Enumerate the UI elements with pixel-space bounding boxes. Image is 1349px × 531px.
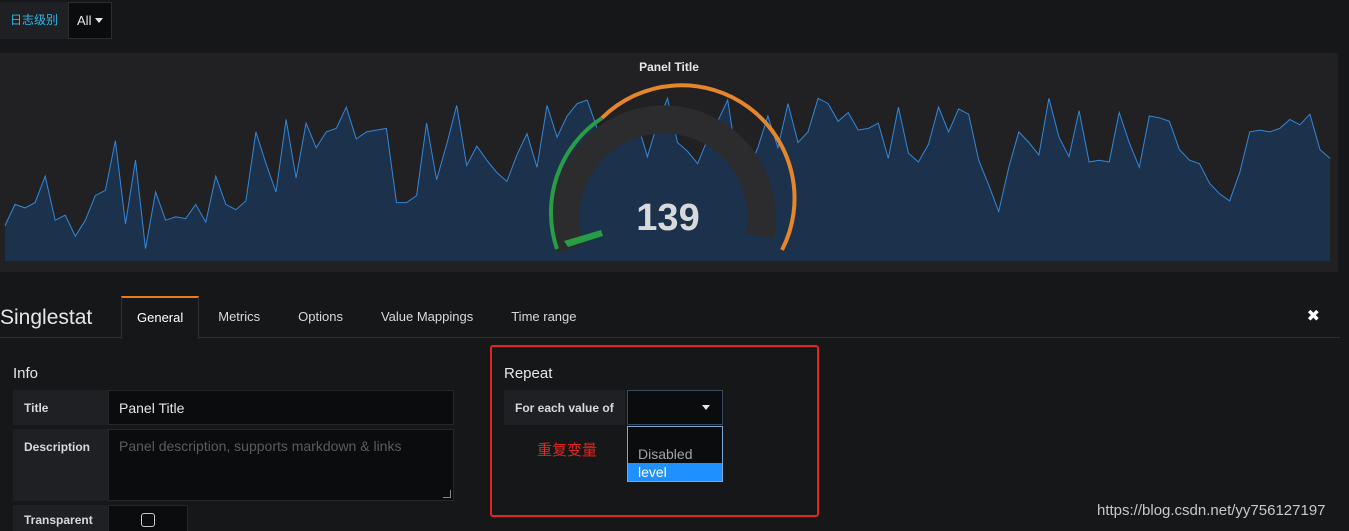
title-label: Title	[13, 390, 108, 425]
transparent-row: Transparent	[13, 505, 188, 531]
watermark: https://blog.csdn.net/yy756127197	[1097, 502, 1326, 519]
description-row: Description Panel description, supports …	[13, 429, 454, 501]
singlestat-panel[interactable]: Panel Title 139	[0, 53, 1338, 272]
transparent-checkbox[interactable]	[141, 513, 155, 527]
title-row: Title Panel Title	[13, 390, 454, 425]
resize-handle-icon[interactable]	[443, 490, 451, 498]
variable-label: 日志级别	[0, 2, 69, 39]
description-label: Description	[13, 429, 108, 501]
annotation-note: 重复变量	[537, 442, 598, 459]
panel-title[interactable]: Panel Title	[0, 60, 1338, 74]
repeat-dropdown-list: Disabled level	[627, 426, 723, 482]
chevron-down-icon	[95, 18, 104, 23]
gauge-value: 139	[636, 197, 700, 239]
dropdown-option-disabled[interactable]: Disabled	[628, 445, 722, 463]
tab-options[interactable]: Options	[279, 296, 362, 338]
for-each-label: For each value of	[504, 390, 625, 425]
repeat-select[interactable]	[627, 390, 723, 425]
variable-bar: 日志级别 All	[0, 2, 113, 39]
chevron-down-icon	[702, 405, 710, 410]
repeat-row: For each value of	[504, 390, 723, 425]
variable-select[interactable]: All	[68, 2, 113, 39]
tab-time-range[interactable]: Time range	[492, 296, 595, 338]
tab-general[interactable]: General	[121, 296, 200, 339]
editor-title: Singlestat	[0, 306, 93, 329]
transparent-label: Transparent	[13, 505, 108, 531]
description-textarea[interactable]: Panel description, supports markdown & l…	[108, 429, 454, 501]
tab-metrics[interactable]: Metrics	[199, 296, 279, 338]
info-heading: Info	[13, 365, 39, 382]
transparent-checkbox-wrap	[108, 505, 188, 531]
editor-header: Singlestat General Metrics Options Value…	[0, 296, 1340, 339]
title-input[interactable]: Panel Title	[108, 390, 454, 425]
dropdown-option-level[interactable]: level	[628, 463, 722, 481]
variable-value: All	[77, 13, 92, 28]
tab-value-mappings[interactable]: Value Mappings	[362, 296, 492, 338]
description-placeholder: Panel description, supports markdown & l…	[119, 438, 402, 454]
repeat-heading: Repeat	[504, 365, 553, 382]
editor-tabs: General Metrics Options Value Mappings T…	[121, 296, 596, 339]
close-icon[interactable]: ✖	[1307, 306, 1320, 326]
